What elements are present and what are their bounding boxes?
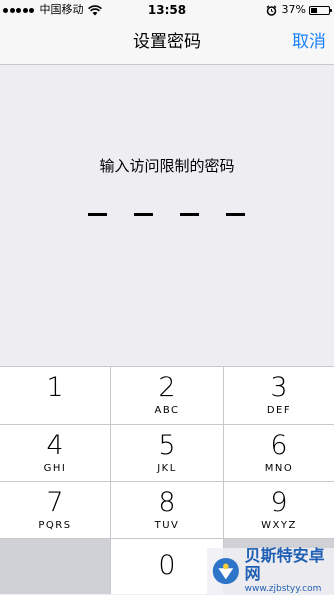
key-letters: ABC: [154, 405, 180, 416]
key-letters: WXYZ: [261, 520, 297, 531]
watermark-text: 贝斯特安卓网 www.zjbstyy.com: [245, 547, 334, 595]
key-1[interactable]: 1: [0, 367, 110, 424]
key-letters: DEF: [266, 405, 292, 416]
key-5[interactable]: 5 JKL: [111, 425, 223, 481]
passcode-field[interactable]: [88, 213, 245, 216]
site-watermark: 贝斯特安卓网 www.zjbstyy.com: [207, 547, 334, 595]
key-6[interactable]: 6 MNO: [224, 425, 334, 481]
passcode-digit-slot: [88, 213, 107, 216]
key-digit: 1: [46, 372, 64, 403]
key-letters: TUV: [154, 520, 180, 531]
key-digit: 6: [270, 430, 288, 461]
watermark-logo-icon: [212, 557, 239, 585]
key-digit: 2: [158, 372, 176, 403]
key-2[interactable]: 2 ABC: [111, 367, 223, 424]
key-digit: 3: [270, 372, 288, 403]
passcode-digit-slot: [180, 213, 199, 216]
key-digit: 8: [158, 487, 176, 518]
key-letters: JKL: [157, 463, 177, 474]
key-letters: PQRS: [38, 520, 72, 531]
page-title: 设置密码: [133, 32, 201, 52]
watermark-site-name: 贝斯特安卓网: [244, 546, 325, 583]
key-letters: GHI: [43, 463, 67, 474]
battery-percent: 37%: [281, 3, 306, 16]
keypad-blank-key: [0, 539, 110, 594]
passcode-digit-slot: [226, 213, 245, 216]
key-4[interactable]: 4 GHI: [0, 425, 110, 481]
key-8[interactable]: 8 TUV: [111, 482, 223, 538]
key-digit: 4: [46, 430, 64, 461]
cancel-button[interactable]: 取消: [292, 20, 326, 64]
status-bar-right: 37%: [266, 2, 332, 18]
key-3[interactable]: 3 DEF: [224, 367, 334, 424]
passcode-digit-slot: [134, 213, 153, 216]
passcode-prompt: 输入访问限制的密码: [99, 157, 235, 175]
key-digit: 5: [158, 430, 176, 461]
key-letters: MNO: [264, 463, 294, 474]
battery-icon: [309, 5, 332, 15]
watermark-url: www.zjbstyy.com: [244, 584, 322, 594]
key-9[interactable]: 9 WXYZ: [224, 482, 334, 538]
key-digit: 9: [270, 487, 288, 518]
status-bar: 中国移动 13:58 37%: [0, 0, 334, 20]
battery-level: [311, 7, 318, 13]
key-7[interactable]: 7 PQRS: [0, 482, 110, 538]
alarm-icon: [266, 4, 276, 16]
navigation-bar: 设置密码 取消: [0, 20, 334, 65]
key-digit: 7: [46, 487, 64, 518]
